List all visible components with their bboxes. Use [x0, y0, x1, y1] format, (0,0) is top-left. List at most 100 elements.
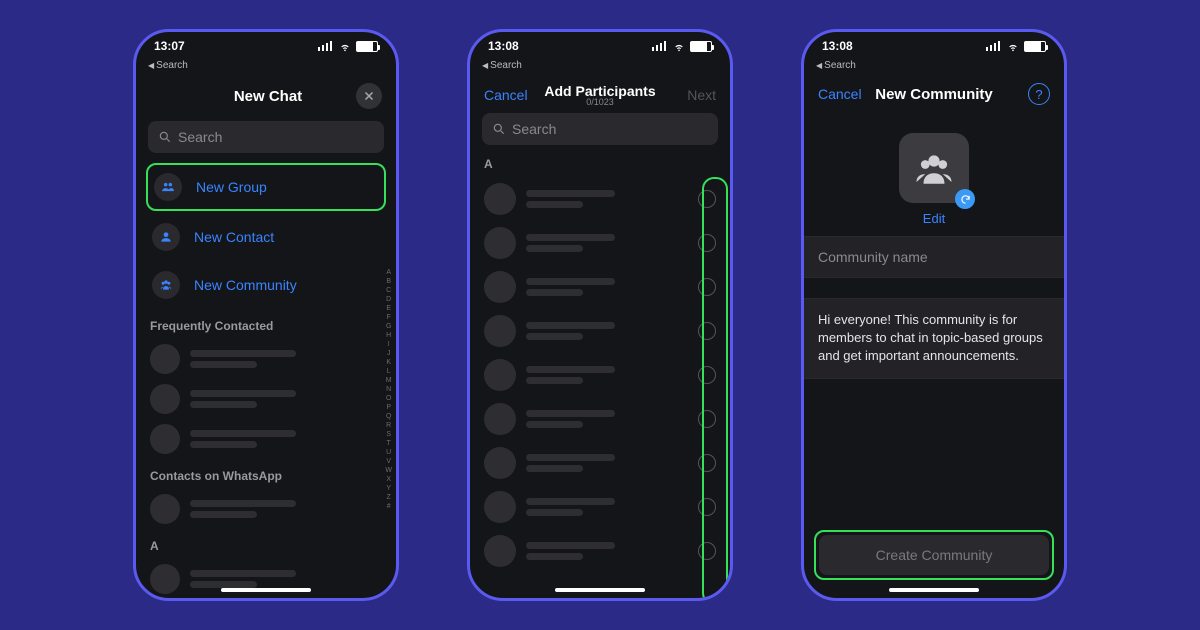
close-button[interactable] [356, 83, 382, 109]
select-circle[interactable] [698, 454, 716, 472]
home-indicator[interactable] [555, 588, 645, 592]
community-icon [152, 271, 180, 299]
contact-item[interactable] [136, 419, 396, 459]
avatar [484, 535, 516, 567]
community-icon-area: Edit [804, 113, 1064, 236]
select-circle[interactable] [698, 498, 716, 516]
participant-item[interactable] [470, 177, 730, 221]
help-button[interactable]: ? [1028, 83, 1050, 105]
edit-link[interactable]: Edit [923, 211, 945, 226]
participant-item[interactable] [470, 265, 730, 309]
signal-icon [318, 41, 334, 51]
community-avatar[interactable] [899, 133, 969, 203]
section-a: A [136, 529, 396, 559]
contact-item[interactable] [136, 379, 396, 419]
person-icon [152, 223, 180, 251]
refresh-badge[interactable] [955, 189, 975, 209]
people-icon [913, 147, 955, 189]
new-community-option[interactable]: New Community [136, 261, 396, 309]
select-circle[interactable] [698, 542, 716, 560]
cancel-button[interactable]: Cancel [484, 87, 534, 103]
select-circle[interactable] [698, 234, 716, 252]
avatar [150, 424, 180, 454]
avatar [484, 227, 516, 259]
search-input[interactable]: Search [148, 121, 384, 153]
contact-item[interactable] [136, 489, 396, 529]
screen-new-chat: 13:07 ◀ Search New Chat Search New Group [133, 29, 399, 601]
screen-add-participants: 13:08 ◀ Search Cancel Add Participants 0… [467, 29, 733, 601]
new-group-option[interactable]: New Group [148, 165, 384, 209]
avatar [484, 491, 516, 523]
home-indicator[interactable] [221, 588, 311, 592]
avatar [484, 183, 516, 215]
section-a: A [470, 153, 730, 177]
avatar [484, 403, 516, 435]
participants-scroll[interactable] [470, 177, 730, 601]
status-icons [986, 41, 1046, 52]
alpha-index[interactable]: ABCDEFGHIJKLMNOPQRSTUVWXYZ# [385, 161, 392, 601]
status-icons [318, 41, 378, 52]
back-to-search[interactable]: ◀ Search [136, 60, 396, 75]
create-community-button[interactable]: Create Community [819, 535, 1049, 575]
signal-icon [986, 41, 1002, 51]
back-to-search[interactable]: ◀ Search [804, 60, 1064, 75]
select-circle[interactable] [698, 366, 716, 384]
home-indicator[interactable] [889, 588, 979, 592]
community-name-input[interactable]: Community name [804, 236, 1064, 278]
status-bar: 13:08 [470, 32, 730, 60]
close-icon [363, 90, 375, 102]
nav-bar: New Chat [136, 75, 396, 117]
search-input[interactable]: Search [482, 113, 718, 145]
group-icon [154, 173, 182, 201]
avatar [484, 359, 516, 391]
status-icons [652, 41, 712, 52]
back-to-search[interactable]: ◀ Search [470, 60, 730, 75]
wifi-icon [1006, 41, 1020, 51]
participant-item[interactable] [470, 309, 730, 353]
participant-item[interactable] [470, 485, 730, 529]
back-triangle-icon: ◀ [482, 61, 488, 70]
contact-item[interactable] [136, 339, 396, 379]
status-time: 13:08 [488, 39, 519, 53]
participant-item[interactable] [470, 353, 730, 397]
select-circle[interactable] [698, 410, 716, 428]
select-circle[interactable] [698, 190, 716, 208]
nav-bar: Cancel New Community ? [804, 75, 1064, 113]
participant-item[interactable] [470, 221, 730, 265]
contacts-scroll[interactable]: New Group New Contact New Community Freq… [136, 161, 396, 601]
next-button[interactable]: Next [666, 87, 716, 103]
cancel-button[interactable]: Cancel [818, 86, 868, 102]
participant-item[interactable] [470, 529, 730, 573]
battery-icon [690, 41, 712, 52]
avatar [484, 447, 516, 479]
new-contact-option[interactable]: New Contact [136, 213, 396, 261]
search-icon [492, 122, 506, 136]
screen-new-community: 13:08 ◀ Search Cancel New Community ? Ed… [801, 29, 1067, 601]
participant-item[interactable] [470, 441, 730, 485]
refresh-icon [960, 194, 971, 205]
avatar [150, 384, 180, 414]
community-description-input[interactable]: Hi everyone! This community is for membe… [804, 298, 1064, 379]
section-contacts-on-whatsapp: Contacts on WhatsApp [136, 459, 396, 489]
avatar [484, 271, 516, 303]
avatar [150, 494, 180, 524]
signal-icon [652, 41, 668, 51]
back-triangle-icon: ◀ [148, 61, 154, 70]
status-time: 13:08 [822, 39, 853, 53]
back-triangle-icon: ◀ [816, 61, 822, 70]
participant-item[interactable] [470, 397, 730, 441]
nav-title: New Chat [180, 88, 356, 105]
select-circle[interactable] [698, 322, 716, 340]
wifi-icon [338, 41, 352, 51]
section-frequently-contacted: Frequently Contacted [136, 309, 396, 339]
select-circle[interactable] [698, 278, 716, 296]
status-time: 13:07 [154, 39, 185, 53]
avatar [150, 564, 180, 594]
highlight-new-group: New Group [146, 163, 386, 211]
nav-bar: Cancel Add Participants 0/1023 Next [470, 75, 730, 109]
avatar [484, 315, 516, 347]
battery-icon [356, 41, 378, 52]
contact-item[interactable] [136, 559, 396, 599]
avatar [150, 344, 180, 374]
highlight-create-button: Create Community [814, 530, 1054, 580]
